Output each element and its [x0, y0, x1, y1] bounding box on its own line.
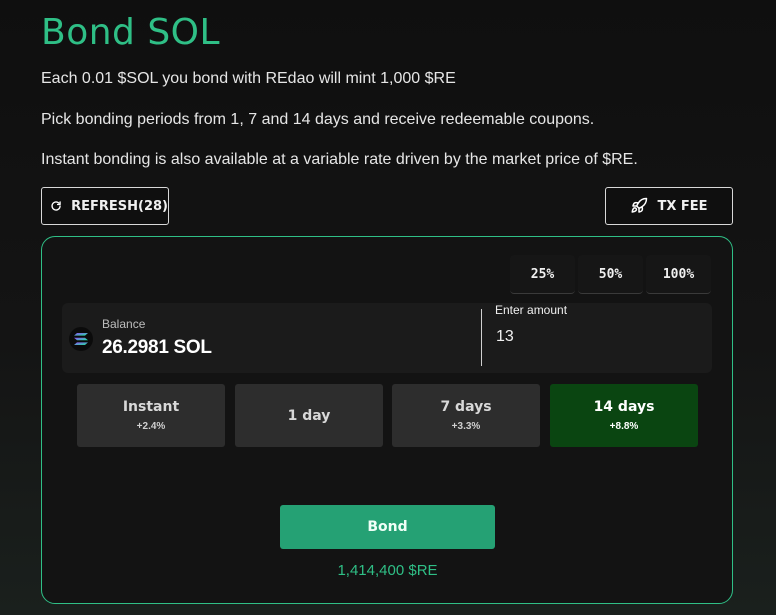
description-line-2: Pick bonding periods from 1, 7 and 14 da… — [41, 111, 595, 128]
balance-value: 26.2981 SOL — [102, 337, 212, 358]
balance-label: Balance — [102, 317, 146, 331]
refresh-button[interactable]: REFRESH(28) — [41, 187, 169, 225]
period-7-days[interactable]: 7 days +3.3% — [392, 384, 540, 447]
description-line-3: Instant bonding is also available at a v… — [41, 151, 638, 168]
page-title: Bond SOL — [41, 12, 221, 53]
amount-label: Enter amount — [495, 303, 568, 317]
percent-50-button[interactable]: 50% — [578, 255, 643, 294]
description-line-1: Each 0.01 $SOL you bond with REdao will … — [41, 70, 456, 87]
bond-button[interactable]: Bond — [280, 505, 495, 549]
refresh-icon — [51, 201, 61, 211]
period-rate: +8.8% — [609, 421, 639, 432]
percent-100-button[interactable]: 100% — [646, 255, 711, 294]
percent-25-button[interactable]: 25% — [510, 255, 575, 294]
refresh-label: REFRESH(28) — [71, 198, 168, 214]
tx-fee-label: TX FEE — [657, 198, 708, 214]
solana-icon — [69, 327, 93, 351]
period-rate: +3.3% — [451, 421, 481, 432]
rocket-icon — [631, 197, 648, 213]
period-instant[interactable]: Instant +2.4% — [77, 384, 225, 447]
tx-fee-button[interactable]: TX FEE — [605, 187, 733, 225]
period-1-day[interactable]: 1 day — [235, 384, 383, 447]
balance-divider — [481, 309, 482, 366]
period-rate: +2.4% — [136, 421, 166, 432]
period-label: 7 days — [440, 399, 492, 415]
period-14-days[interactable]: 14 days +8.8% — [550, 384, 698, 447]
amount-input[interactable] — [490, 324, 700, 350]
mint-estimate: 1,414,400 $RE — [337, 562, 438, 579]
period-label: 14 days — [593, 399, 655, 415]
period-label: 1 day — [287, 407, 331, 424]
period-label: Instant — [122, 399, 180, 415]
